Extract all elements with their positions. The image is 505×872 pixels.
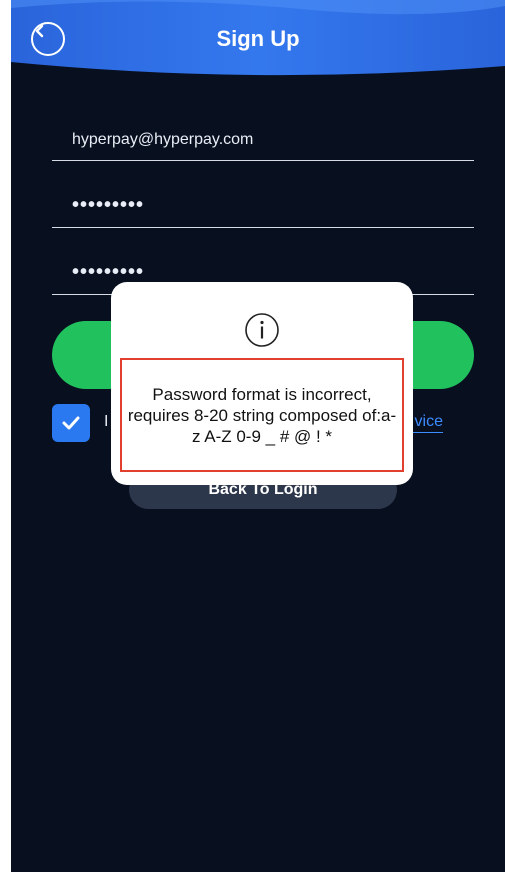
info-icon — [245, 313, 279, 347]
checkmark-icon — [62, 416, 80, 430]
page-title: Sign Up — [216, 26, 300, 51]
header-bar: Sign Up — [11, 0, 505, 80]
email-value: hyperpay@hyperpay.com — [72, 131, 254, 148]
agreement-text: I — [104, 413, 109, 430]
signup-screen: Sign Up hyperpay@hyperpay.com ••••••••• … — [11, 0, 505, 872]
error-message: Password format is incorrect, requires 8… — [120, 358, 404, 472]
password-field[interactable]: ••••••••• — [52, 187, 474, 228]
agreement-checkbox[interactable] — [52, 404, 90, 442]
email-field[interactable]: hyperpay@hyperpay.com — [52, 120, 474, 161]
password-value: ••••••••• — [72, 194, 145, 216]
error-dialog: Password format is incorrect, requires 8… — [111, 282, 413, 485]
